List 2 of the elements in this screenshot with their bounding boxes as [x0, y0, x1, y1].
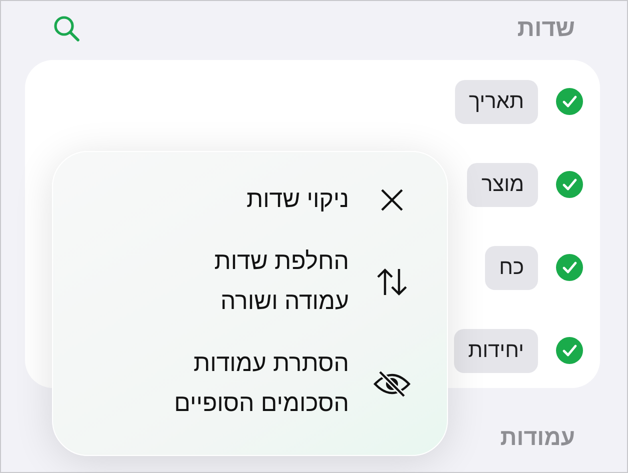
- section-title: עמודות: [500, 424, 575, 451]
- section-title: שדות: [517, 15, 575, 43]
